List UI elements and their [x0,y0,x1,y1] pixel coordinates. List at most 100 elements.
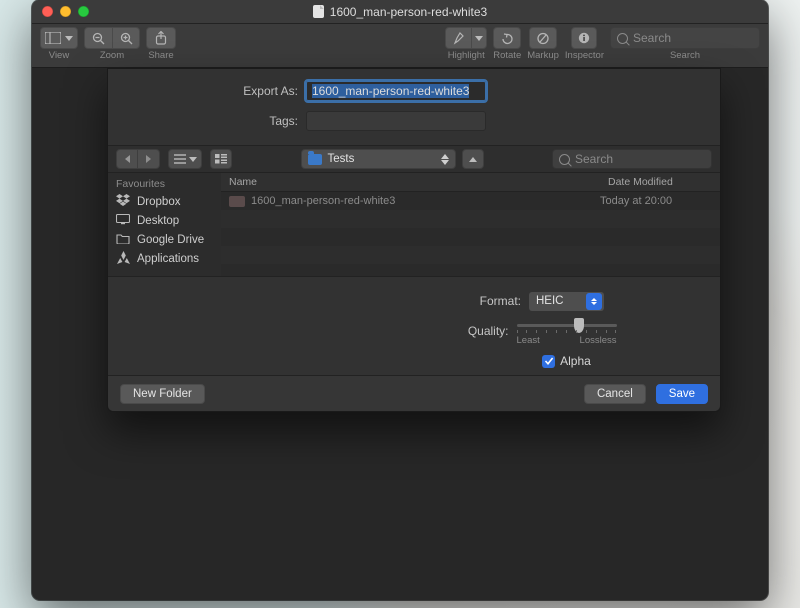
toolbar-view-label: View [49,50,69,61]
highlight-menu-button[interactable] [471,27,487,49]
group-button[interactable] [210,149,232,169]
toolbar: View Zoom Share [32,24,768,68]
check-icon [544,356,554,366]
file-thumbnail-icon [229,196,245,207]
new-folder-button[interactable]: New Folder [120,384,205,404]
alpha-label: Alpha [560,354,591,368]
sidebar-icon [45,32,61,44]
file-row[interactable]: 1600_man-person-red-white3 Today at 20:0… [221,192,720,210]
preview-window: 1600_man-person-red-white3 View Zoom [32,0,768,600]
folder-icon [308,154,322,165]
desktop-icon [116,214,130,228]
inspector-button[interactable] [571,27,597,49]
toolbar-view-group: View [40,27,78,61]
markup-icon [536,32,550,45]
export-save-sheet: Export As: Tags: T [107,68,721,412]
quality-label: Quality: [212,324,517,338]
format-value: HEIC [536,295,563,307]
sidebar-header: Favourites [108,173,221,192]
highlight-icon [453,32,465,45]
alpha-checkbox[interactable] [542,355,555,368]
nav-back-forward [116,149,160,169]
toolbar-zoom-group: Zoom [84,27,140,61]
file-row-empty [221,228,720,246]
chevron-left-icon [125,155,130,163]
document-icon [313,5,324,18]
alpha-checkbox-row[interactable]: Alpha [542,354,591,368]
sidebar-item-label: Applications [137,253,199,265]
file-browser: Favourites Dropbox Desktop [108,173,720,277]
minimize-window-button[interactable] [60,6,71,17]
toolbar-search-label: Search [670,50,700,61]
sidebar-item-label: Dropbox [137,196,180,208]
sheet-search-field[interactable]: Search [552,149,712,169]
column-name[interactable]: Name [221,173,600,191]
toolbar-share-group: Share [146,27,176,61]
close-window-button[interactable] [42,6,53,17]
quality-lossless-label: Lossless [580,335,617,346]
sidebar-item-desktop[interactable]: Desktop [108,211,221,230]
folder-icon [116,233,130,247]
chevron-up-icon [469,157,477,162]
sidebar-item-label: Desktop [137,215,179,227]
toolbar-zoom-label: Zoom [100,50,124,61]
sheet-footer: New Folder Cancel Save [108,375,720,411]
sidebar-item-google-drive[interactable]: Google Drive [108,230,221,249]
quality-least-label: Least [517,335,540,346]
column-date[interactable]: Date Modified [600,173,720,191]
window-title: 1600_man-person-red-white3 [32,5,768,19]
group-icon [215,154,227,164]
zoom-out-icon [92,32,105,45]
zoom-window-button[interactable] [78,6,89,17]
view-list-button[interactable] [168,149,202,169]
toolbar-highlight-label: Highlight [448,50,485,61]
highlight-button[interactable] [445,27,471,49]
file-list-header: Name Date Modified [221,173,720,192]
markup-button[interactable] [529,27,557,49]
window-controls [32,6,89,17]
toolbar-inspector-label: Inspector [565,50,604,61]
quality-slider[interactable] [517,316,617,334]
toolbar-search-field[interactable]: Search [610,27,760,49]
save-button[interactable]: Save [656,384,708,404]
toolbar-markup-label: Markup [527,50,559,61]
sheet-top-section: Export As: Tags: [108,69,720,145]
zoom-out-button[interactable] [84,27,112,49]
path-popup[interactable]: Tests [301,149,456,169]
zoom-in-icon [120,32,133,45]
sidebar-item-dropbox[interactable]: Dropbox [108,192,221,211]
popup-knob-icon [586,293,602,310]
share-button[interactable] [146,27,176,49]
sidebar-item-applications[interactable]: Applications [108,249,221,268]
format-popup[interactable]: HEIC [529,292,604,311]
file-row-empty [221,246,720,264]
file-date: Today at 20:00 [600,195,720,207]
cancel-button[interactable]: Cancel [584,384,646,404]
nav-back-button[interactable] [116,149,138,169]
toolbar-share-label: Share [148,50,173,61]
path-popup-label: Tests [328,153,355,165]
toolbar-inspector-group: Inspector [565,27,604,61]
toolbar-rotate-group: Rotate [493,27,521,61]
rotate-button[interactable] [493,27,521,49]
chevron-down-icon [475,36,483,41]
sheet-toolbar: Tests Search [108,145,720,173]
list-icon [174,154,186,164]
share-icon [155,31,167,45]
nav-forward-button[interactable] [138,149,160,169]
view-mode-button[interactable] [40,27,78,49]
chevron-down-icon [189,157,197,162]
format-section: Format: HEIC Quality: Least Lossle [108,277,720,390]
toolbar-rotate-label: Rotate [493,50,521,61]
toolbar-highlight-group: Highlight [445,27,487,61]
window-title-text: 1600_man-person-red-white3 [330,5,487,19]
rotate-icon [500,32,514,45]
titlebar: 1600_man-person-red-white3 [32,0,768,24]
tags-input[interactable] [306,111,486,131]
sheet-search-placeholder: Search [575,152,613,166]
export-as-input[interactable] [306,81,486,101]
dropbox-icon [116,194,130,209]
toolbar-search-group: Search Search [610,27,760,61]
zoom-in-button[interactable] [112,27,140,49]
collapse-button[interactable] [462,149,484,169]
